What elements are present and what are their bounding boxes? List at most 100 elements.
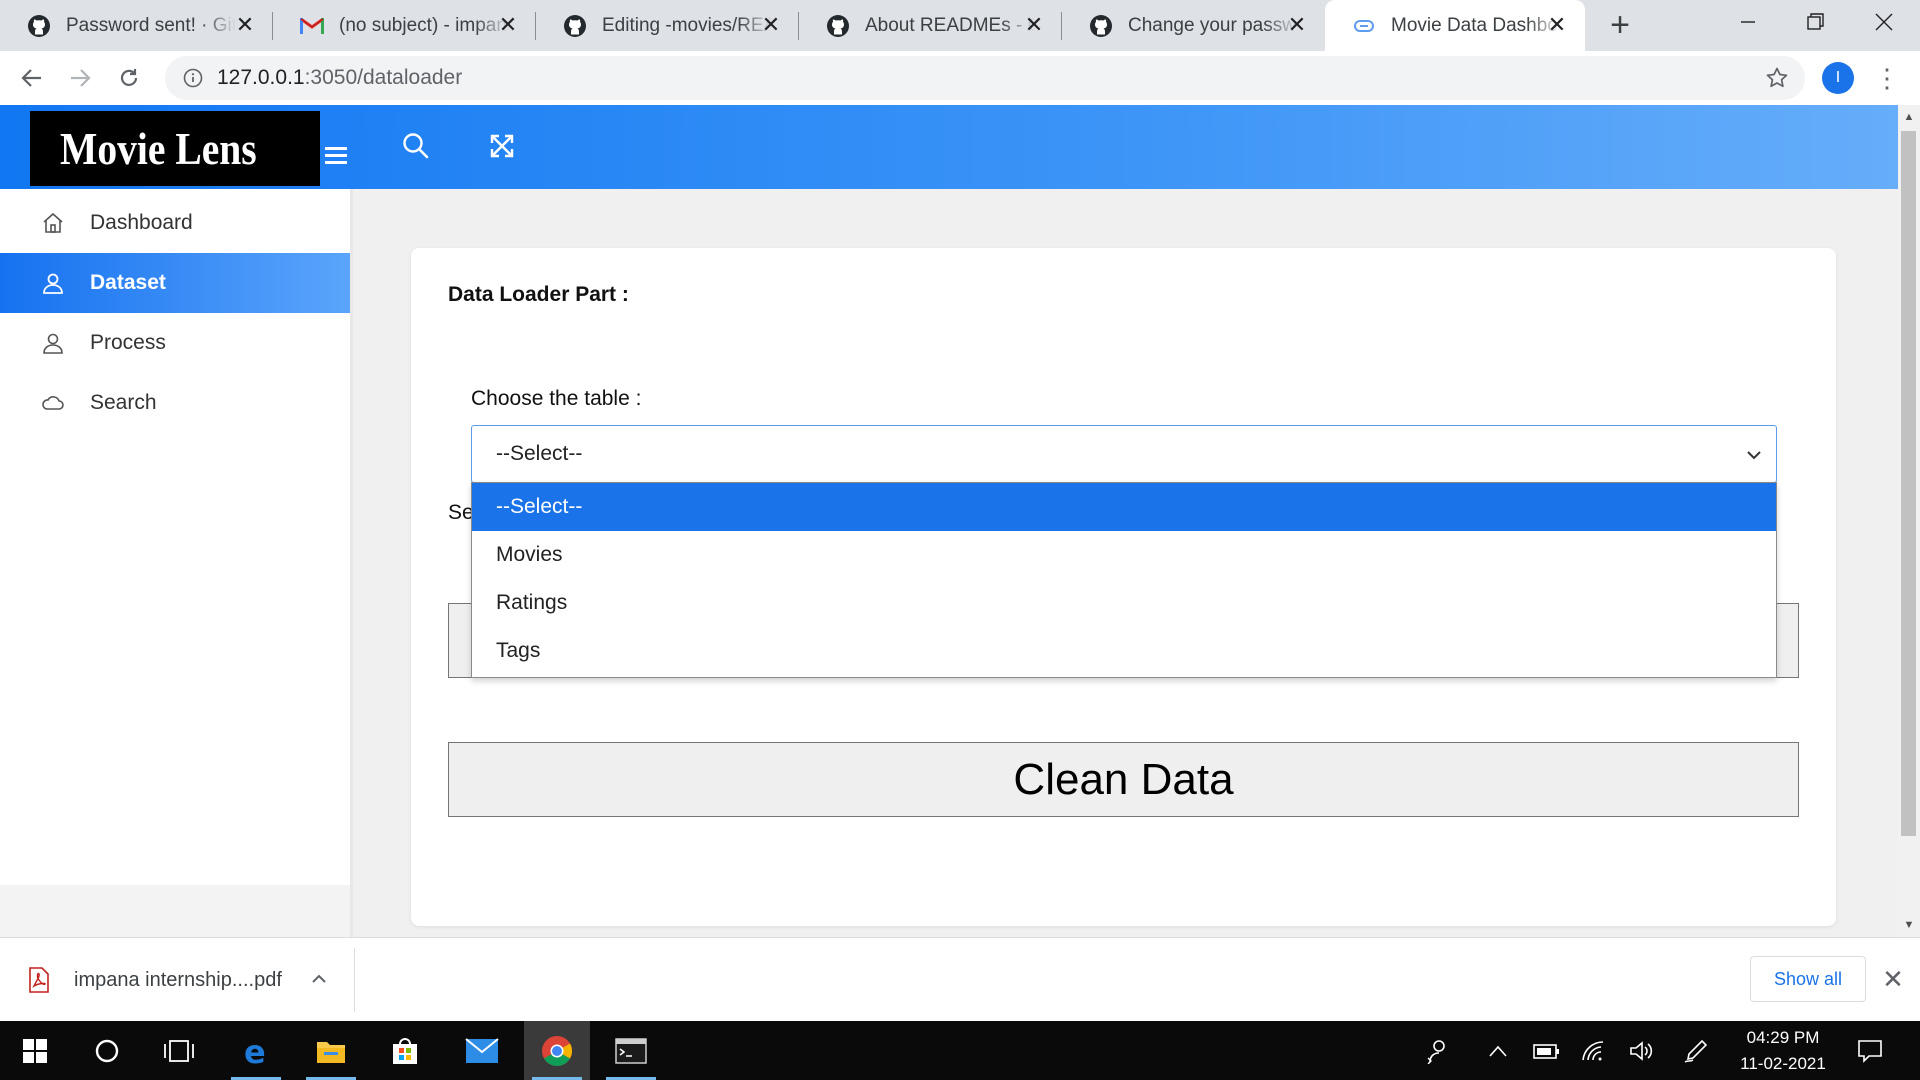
forward-button[interactable] <box>63 61 97 95</box>
volume-icon[interactable] <box>1622 1021 1662 1080</box>
close-icon[interactable]: ✕ <box>1880 964 1906 994</box>
notification-icon[interactable] <box>1850 1021 1890 1080</box>
scrollbar-thumb[interactable] <box>1901 131 1916 836</box>
search-cortana-icon[interactable] <box>74 1021 140 1080</box>
mail-icon[interactable] <box>449 1021 515 1080</box>
download-filename: impana internship....pdf <box>74 968 282 991</box>
browser-tab-strip: Password sent! · GitHub ✕ (no subject) -… <box>0 0 1920 51</box>
hamburger-menu-icon[interactable] <box>325 147 347 165</box>
edge-browser-icon[interactable]: e <box>223 1021 289 1080</box>
url-text: 127.0.0.1:3050/dataloader <box>217 66 462 90</box>
page-scrollbar[interactable]: ▲ ▼ <box>1898 105 1920 937</box>
sidebar-item-label: Dataset <box>90 271 166 294</box>
chevron-up-icon[interactable] <box>1478 1021 1518 1080</box>
browser-toolbar: 127.0.0.1:3050/dataloader I ⋮ <box>0 51 1920 105</box>
secondary-label: Se <box>448 501 474 524</box>
browser-tab[interactable]: Change your password ✕ <box>1062 0 1325 51</box>
people-icon[interactable] <box>1418 1021 1458 1080</box>
browser-tab[interactable]: Editing -movies/README ✕ <box>536 0 799 51</box>
user-icon <box>36 266 70 300</box>
close-icon[interactable]: ✕ <box>496 12 520 37</box>
system-clock[interactable]: 04:29 PM 11-02-2021 <box>1718 1025 1848 1077</box>
sidebar-item-label: Dashboard <box>90 211 193 234</box>
svg-text:e: e <box>244 1035 266 1067</box>
tab-title: Password sent! · GitHub <box>66 14 236 36</box>
user-icon <box>36 326 70 360</box>
browser-tab-active[interactable]: Movie Data Dashboard ✕ <box>1325 0 1585 51</box>
file-explorer-icon[interactable] <box>298 1021 364 1080</box>
battery-icon[interactable] <box>1526 1021 1566 1080</box>
close-icon[interactable]: ✕ <box>1285 12 1309 37</box>
wifi-icon[interactable] <box>1574 1021 1614 1080</box>
minimize-button[interactable] <box>1714 0 1782 44</box>
url-host: 127.0.0.1 <box>217 66 305 89</box>
page-title: Data Loader Part : <box>448 283 629 306</box>
start-button[interactable] <box>2 1021 68 1080</box>
sidebar-item-dashboard[interactable]: Dashboard <box>0 193 350 253</box>
show-all-button[interactable]: Show all <box>1750 956 1866 1002</box>
reload-button[interactable] <box>112 61 146 95</box>
sidebar: Dashboard Dataset Process Search <box>0 189 353 937</box>
select-option[interactable]: Tags <box>472 627 1776 675</box>
restore-button[interactable] <box>1782 0 1850 44</box>
select-option[interactable]: Movies <box>472 531 1776 579</box>
bookmark-star-icon[interactable] <box>1763 64 1791 92</box>
chevron-up-icon[interactable] <box>306 966 332 992</box>
gmail-icon <box>299 13 325 39</box>
clean-data-button[interactable]: Clean Data <box>448 742 1799 817</box>
tab-title: Movie Data Dashboard <box>1391 14 1561 36</box>
pen-ink-icon[interactable] <box>1676 1021 1716 1080</box>
browser-tab[interactable]: Password sent! · GitHub ✕ <box>0 0 273 51</box>
info-icon[interactable] <box>171 56 215 100</box>
scroll-up-icon[interactable]: ▲ <box>1903 111 1915 123</box>
sidebar-item-search[interactable]: Search <box>0 373 350 433</box>
sidebar-footer <box>0 885 350 937</box>
close-icon[interactable]: ✕ <box>233 12 257 37</box>
browser-tab[interactable]: (no subject) - impana ✕ <box>273 0 536 51</box>
chrome-icon[interactable] <box>524 1021 590 1080</box>
globe-icon <box>1351 13 1377 39</box>
clock-date: 11-02-2021 <box>1740 1054 1826 1073</box>
url-path: :3050/dataloader <box>304 66 463 89</box>
close-icon[interactable]: ✕ <box>1022 12 1046 37</box>
profile-avatar[interactable]: I <box>1822 62 1854 94</box>
terminal-icon[interactable] <box>598 1021 664 1080</box>
sidebar-item-process[interactable]: Process <box>0 313 350 373</box>
task-view-icon[interactable] <box>146 1021 212 1080</box>
browser-tab[interactable]: About READMEs - GitHub ✕ <box>799 0 1062 51</box>
fullscreen-icon[interactable] <box>485 129 519 163</box>
download-separator <box>354 948 355 1012</box>
table-select-options: --Select-- Movies Ratings Tags <box>471 482 1777 678</box>
new-tab-button[interactable]: + <box>1602 8 1638 44</box>
close-icon[interactable]: ✕ <box>1545 12 1569 37</box>
address-bar[interactable]: 127.0.0.1:3050/dataloader <box>165 56 1805 100</box>
github-icon <box>562 13 588 39</box>
tab-title: Editing -movies/README <box>602 14 772 36</box>
pdf-file-icon <box>24 965 54 995</box>
search-icon[interactable] <box>399 129 433 163</box>
tab-title: Change your password <box>1128 14 1298 36</box>
brand-name: Movie Lens <box>60 123 257 174</box>
browser-menu-icon[interactable]: ⋮ <box>1874 63 1900 93</box>
scroll-down-icon[interactable]: ▼ <box>1903 919 1915 931</box>
download-item[interactable]: impana internship....pdf <box>24 938 282 1022</box>
select-option[interactable]: Ratings <box>472 579 1776 627</box>
download-bar: impana internship....pdf Show all ✕ <box>0 937 1920 1021</box>
github-icon <box>825 13 851 39</box>
clock-time: 04:29 PM <box>1746 1028 1820 1047</box>
select-option[interactable]: --Select-- <box>472 483 1776 531</box>
chevron-down-icon <box>1744 445 1764 465</box>
data-loader-card: Data Loader Part : Choose the table : --… <box>411 248 1836 926</box>
page-viewport: Movie Lens Dashboard Dataset Process Sea… <box>0 105 1898 937</box>
table-select[interactable]: --Select-- <box>471 425 1777 483</box>
close-icon[interactable]: ✕ <box>759 12 783 37</box>
microsoft-store-icon[interactable] <box>372 1021 438 1080</box>
app-header: Movie Lens <box>0 105 1898 189</box>
cloud-icon <box>36 386 70 420</box>
sidebar-item-dataset[interactable]: Dataset <box>0 253 350 313</box>
brand-logo[interactable]: Movie Lens <box>30 111 347 186</box>
tab-title: (no subject) - impana <box>339 14 509 36</box>
back-button[interactable] <box>15 61 49 95</box>
sidebar-item-label: Process <box>90 331 166 354</box>
close-window-button[interactable] <box>1850 0 1918 44</box>
